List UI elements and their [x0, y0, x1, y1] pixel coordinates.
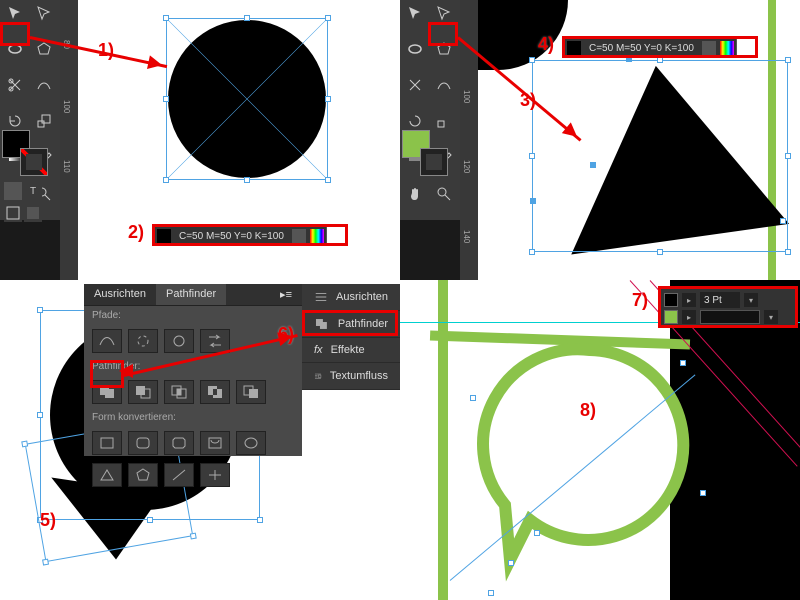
path-close-icon[interactable] — [164, 329, 194, 353]
resize-cursor-icon: ⟷ — [745, 372, 762, 386]
step2-label: 2) — [128, 222, 144, 243]
direct-selection-tool-icon[interactable] — [431, 2, 457, 24]
step7-label: 7) — [632, 290, 648, 311]
ellipse-tool-highlight — [0, 22, 30, 46]
convert-rect-icon[interactable] — [92, 431, 122, 455]
step4-label: 4) — [538, 34, 554, 55]
pathfinder-minus-back-icon[interactable] — [236, 380, 266, 404]
menu-ausrichten[interactable]: Ausrichten — [302, 284, 400, 311]
menu-pathfinder-highlight — [302, 310, 398, 336]
convert-triangle-icon[interactable] — [92, 463, 122, 487]
swatch-highlight — [152, 224, 348, 246]
mode2-icon[interactable] — [24, 204, 42, 222]
mode-icon[interactable] — [4, 204, 22, 222]
panel-menu-icon[interactable]: ▸≡ — [270, 284, 302, 305]
pathfinder-exclude-icon[interactable] — [200, 380, 230, 404]
selection-tool-icon[interactable] — [2, 2, 28, 24]
freeform-tool-icon[interactable] — [431, 74, 457, 96]
apply-color-icon[interactable] — [4, 182, 22, 200]
menu-effekte[interactable]: fxEffekte — [302, 338, 400, 363]
tab-ausrichten[interactable]: Ausrichten — [84, 284, 156, 305]
stroke-highlight — [658, 286, 798, 328]
convert-inverse-icon[interactable] — [200, 431, 230, 455]
selection-bounding-box[interactable] — [166, 18, 328, 180]
freeform-tool-icon[interactable] — [31, 74, 57, 96]
scissors-tool-icon[interactable] — [402, 74, 428, 96]
menu-textumfluss[interactable]: Textumfluss — [302, 363, 400, 390]
convert-line-icon[interactable] — [164, 463, 194, 487]
path-open-icon[interactable] — [128, 329, 158, 353]
hand-tool-icon[interactable] — [402, 183, 428, 205]
convert-ellipse-icon[interactable] — [236, 431, 266, 455]
convert-bevel-icon[interactable] — [164, 431, 194, 455]
triangle-bbox[interactable] — [532, 60, 788, 252]
polygon-tool-highlight — [428, 22, 458, 46]
zoom-tool-icon[interactable] — [431, 183, 457, 205]
path-join-icon[interactable] — [92, 329, 122, 353]
swatch-highlight-2 — [562, 36, 758, 58]
scissors-tool-icon[interactable] — [2, 74, 28, 96]
speech-bubble-final[interactable] — [460, 330, 720, 590]
direct-selection-tool-icon[interactable] — [31, 2, 57, 24]
convert-hv-line-icon[interactable] — [200, 463, 230, 487]
apply-none-icon[interactable]: T — [24, 182, 42, 200]
flyout-menu: Ausrichten Pathfinder fxEffekte Textumfl… — [302, 284, 400, 390]
convert-polygon-icon[interactable] — [128, 463, 158, 487]
pfade-label: Pfade: — [84, 306, 302, 325]
selection-tool-icon[interactable] — [402, 2, 428, 24]
pathfinder-intersect-icon[interactable] — [164, 380, 194, 404]
tab-pathfinder[interactable]: Pathfinder — [156, 284, 226, 305]
pathfinder-subtract-icon[interactable] — [128, 380, 158, 404]
fill-stroke-colors-2[interactable] — [402, 130, 452, 178]
form-konvertieren-label: Form konvertieren: — [84, 408, 302, 427]
step8-label: 8) — [580, 400, 596, 421]
convert-roundrect-icon[interactable] — [128, 431, 158, 455]
fill-stroke-colors[interactable] — [2, 130, 52, 178]
ellipse-tool-icon[interactable] — [402, 38, 428, 60]
step5-label: 5) — [40, 510, 56, 531]
